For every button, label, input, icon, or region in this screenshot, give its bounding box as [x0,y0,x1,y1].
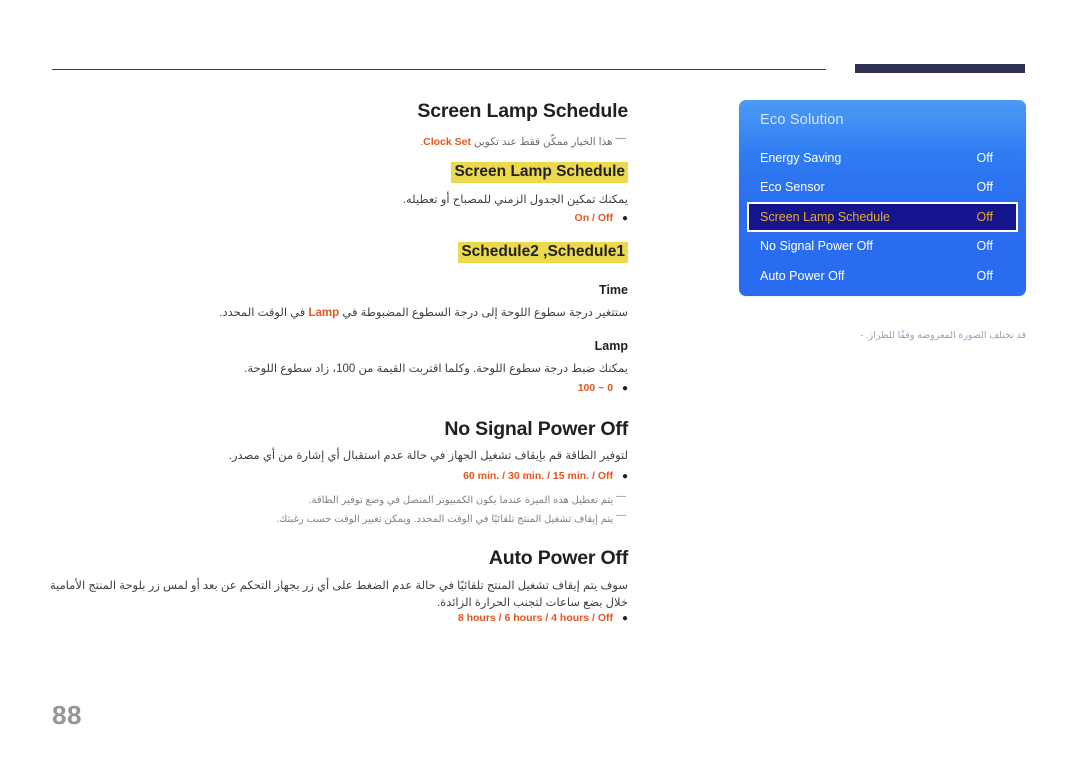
auto-power-off-description: سوف يتم إيقاف تشغيل المنتج تلقائيًا في ح… [49,580,628,610]
lamp-options: ● 100 ~ 0 [48,381,628,396]
option-values: On / Off [574,212,614,224]
section-title: No Signal Power Off [444,418,628,440]
osd-caption-text: قد تختلف الصورة المعروضة وفقًا للطراز. [866,330,1026,341]
osd-menu-list: Energy Saving Off Eco Sensor Off Screen … [739,144,1026,291]
osd-caption-dash: - [860,330,864,341]
osd-row-energy-saving[interactable]: Energy Saving Off [739,144,1026,173]
option-values: 100 ~ 0 [577,382,614,394]
osd-row-value: Off [976,151,993,165]
option-values: 8 hours / 6 hours / 4 hours / Off [457,612,614,624]
no-signal-description: لتوفير الطاقة قم بإيقاف تشغيل الجهاز في … [228,450,628,462]
time-desc-term: Lamp [308,307,340,319]
section-title: Auto Power Off [488,547,628,569]
section-auto-power-off: Auto Power Off [48,547,628,570]
bullet-icon: ● [621,613,628,624]
footnote-dash-mark: ― [616,491,626,502]
page-number: 88 [52,700,82,730]
osd-caption: قد تختلف الصورة المعروضة وفقًا للطراز. - [739,329,1026,342]
note-term: Clock Set [423,136,471,148]
sublabel-lamp: Lamp [594,339,628,353]
auto-power-off-options: ● 8 hours / 6 hours / 4 hours / Off [48,611,628,626]
highlight-screen-lamp-schedule: Screen Lamp Schedule [48,162,628,183]
screen-lamp-schedule-options: ● On / Off [48,211,628,226]
section-title: Screen Lamp Schedule [417,100,628,122]
footnote-dash-mark: ― [616,510,626,521]
highlight-label: Schedule2 ,Schedule1 [458,242,628,263]
lamp-description: يمكنك ضبط درجة سطوع اللوحة. وكلما اقتربت… [244,363,628,375]
option-values: 60 min. / 30 min. / 15 min. / Off [463,470,614,482]
bullet-icon: ● [621,213,628,224]
osd-row-label: No Signal Power Off [760,239,874,254]
osd-row-label: Screen Lamp Schedule [760,210,890,225]
sublabel-time: Time [599,283,628,297]
osd-row-screen-lamp-schedule[interactable]: Screen Lamp Schedule Off [747,202,1018,233]
osd-row-value: Off [976,268,993,283]
osd-row-no-signal-power-off[interactable]: No Signal Power Off Off [739,232,1026,261]
highlight-label: Screen Lamp Schedule [451,162,628,183]
eco-solution-osd-panel: Eco Solution Energy Saving Off Eco Senso… [739,100,1026,296]
bullet-icon: ● [621,383,628,394]
footnote-text: يتم تعطيل هذه الميزة عندما يكون الكمبيوت… [308,495,614,506]
section-no-signal-power-off: No Signal Power Off [48,418,628,441]
screen-lamp-schedule-description: يمكنك تمكين الجدول الزمني للمصباح أو تعط… [402,194,628,206]
time-desc-pre: ستتغير درجة سطوع اللوحة إلى درجة السطوع … [342,307,628,319]
bullet-icon: ● [621,471,628,482]
no-signal-options: ● 60 min. / 30 min. / 15 min. / Off [48,469,628,484]
osd-row-value: Off [976,239,993,254]
clock-set-note: ― هذا الخيار ممكّن فقط عند تكوين Clock S… [48,131,628,150]
time-description: ستتغير درجة سطوع اللوحة إلى درجة السطوع … [48,305,628,322]
osd-row-value: Off [976,210,993,225]
highlight-schedule-pair: Schedule2 ,Schedule1 [48,242,628,263]
no-signal-footnote-1: ― يتم تعطيل هذه الميزة عندما يكون الكمبي… [48,489,628,508]
osd-row-label: Eco Sensor [760,180,825,195]
osd-row-auto-power-off[interactable]: Auto Power Off Off [739,262,1026,291]
osd-row-value: Off [976,180,993,195]
osd-title: Eco Solution [760,112,844,128]
no-signal-footnote-2: ― يتم إيقاف تشغيل المنتج تلقائيًا في الو… [48,508,628,527]
section-screen-lamp-schedule: Screen Lamp Schedule [48,100,628,123]
osd-row-eco-sensor[interactable]: Eco Sensor Off [739,173,1026,202]
osd-row-label: Energy Saving [760,151,842,165]
time-desc-post: في الوقت المحدد. [219,307,306,319]
note-text: هذا الخيار ممكّن فقط عند تكوين [473,136,613,148]
footnote-text: يتم إيقاف تشغيل المنتج تلقائيًا في الوقت… [276,514,614,525]
note-dash-mark: ― [615,132,627,144]
osd-row-label: Auto Power Off [760,268,845,283]
